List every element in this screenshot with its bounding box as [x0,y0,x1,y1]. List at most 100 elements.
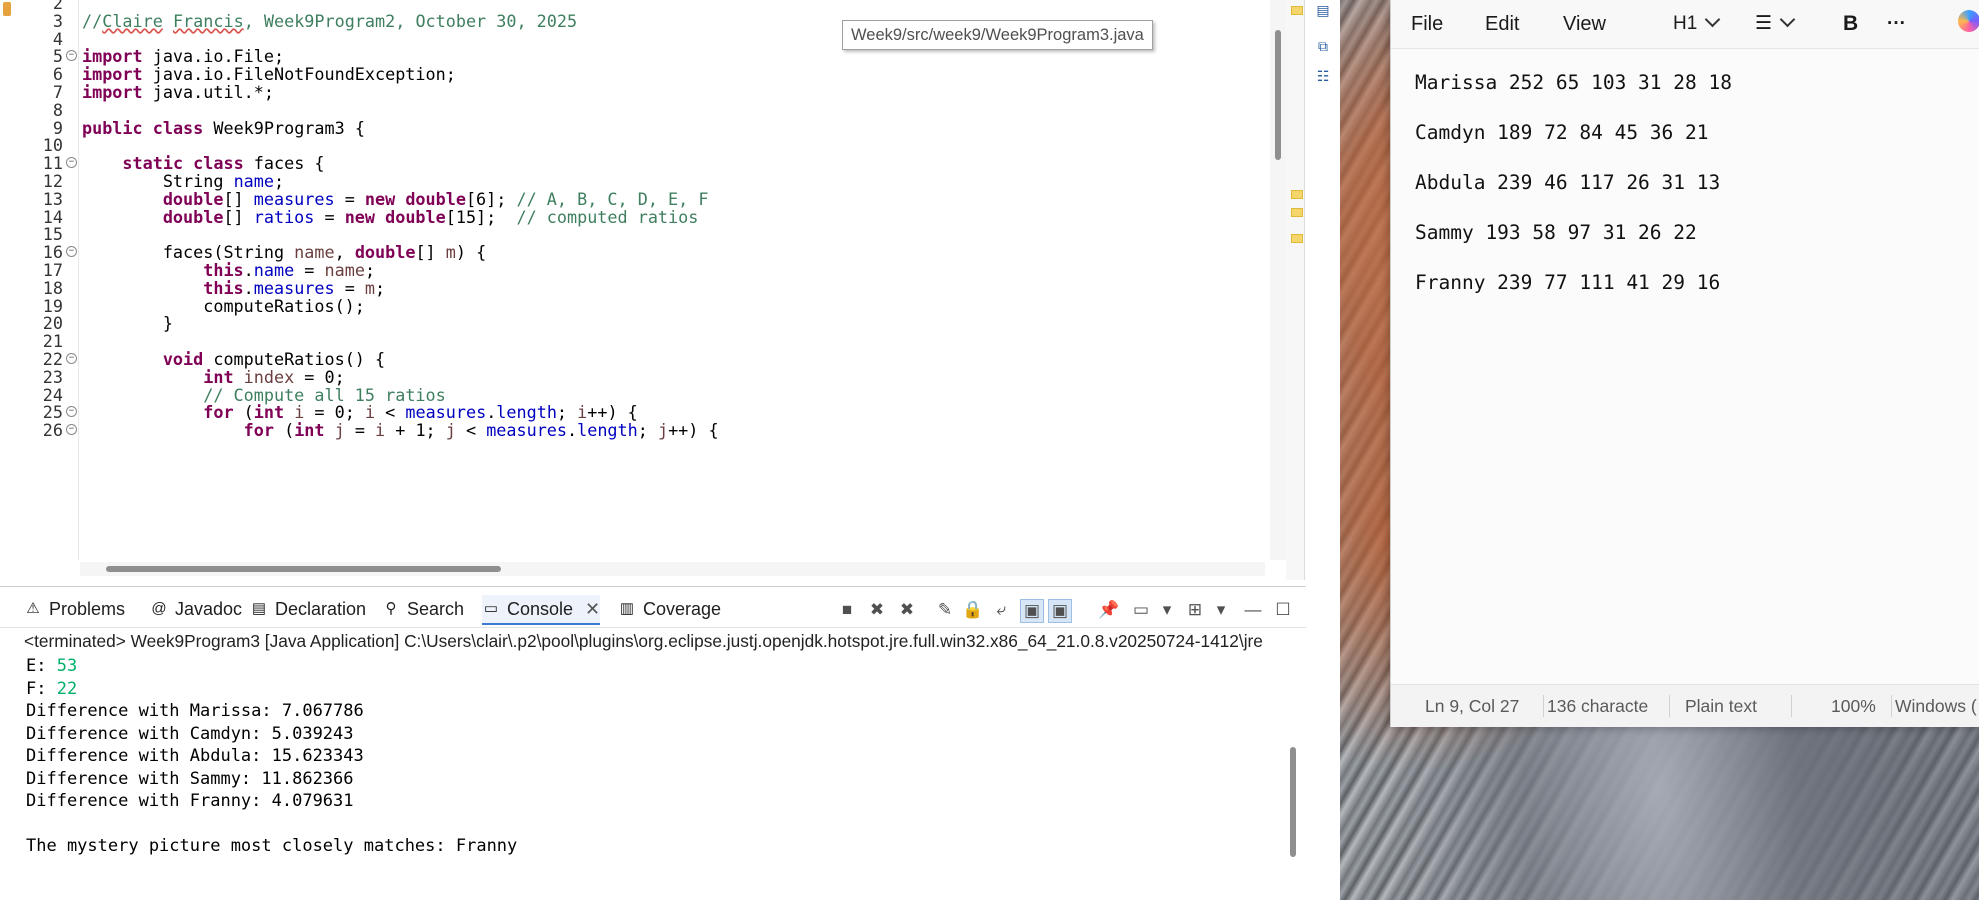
menu-edit[interactable]: Edit [1485,0,1519,48]
code-token: j [657,420,669,441]
copilot-icon[interactable] [1958,10,1979,32]
annotation-mark[interactable] [1291,6,1303,15]
console-line: Difference with Sammy: 11.862366 [26,768,1286,791]
status-divider [1891,695,1892,717]
menu-file[interactable]: File [1411,0,1443,48]
console-line: E: 53 [26,655,1286,678]
cursor-position: Ln 9, Col 27 [1425,696,1520,716]
clear-console-icon[interactable]: ✎ [934,599,956,621]
show-on-output-icon[interactable]: ▣ [1020,599,1044,623]
heading-label: H1 [1673,13,1698,34]
display-console-icon[interactable]: ▭ [1130,599,1152,621]
text-format[interactable]: Plain text [1685,685,1757,727]
tab-declaration[interactable]: ▤ Declaration [250,595,366,623]
notepad-line: Abdula 239 46 117 26 31 13 [1415,171,1721,194]
tab-label: Coverage [643,598,722,619]
console-line: The mystery picture most closely matches… [26,835,1286,858]
overview-ruler[interactable] [1286,0,1304,580]
fold-toggle-icon[interactable]: − [66,406,77,418]
code-token: j [445,420,456,441]
notepad-text-area[interactable]: Marissa 252 65 103 31 28 18 Camdyn 189 72… [1415,70,1975,320]
show-on-error-icon[interactable]: ▣ [1048,599,1072,623]
line-ending[interactable]: Windows ( [1895,685,1977,727]
remove-launch-icon[interactable]: ✖ [866,599,888,621]
code-editor[interactable]: 2 3//Claire Francis, Week9Program2, Octob… [0,0,1270,560]
tab-label: Search [407,598,465,619]
fold-toggle-icon[interactable]: − [66,246,77,258]
annotation-mark[interactable] [1291,208,1303,217]
tab-coverage[interactable]: ▥ Coverage [618,595,721,623]
console-line: Difference with Camdyn: 5.039243 [26,723,1286,746]
close-icon[interactable]: ✕ [585,599,600,620]
task-list-icon[interactable]: ☷ [1313,68,1333,86]
console-vertical-scrollbar[interactable] [1288,747,1298,877]
list-icon: ☰ [1755,13,1773,34]
zoom-level[interactable]: 100% [1831,685,1876,727]
fold-toggle-icon[interactable]: − [66,50,77,62]
console-icon: ▭ [483,600,499,617]
chevron-down-icon [1779,11,1796,28]
restore-view-icon[interactable]: ⧉ [1313,38,1333,56]
console-line: Difference with Abdula: 15.623343 [26,745,1286,768]
annotation-mark[interactable] [1291,190,1303,199]
character-count: 136 characte [1547,696,1649,716]
fold-toggle-icon[interactable]: − [66,353,77,364]
notepad-line: Camdyn 189 72 84 45 36 21 [1415,121,1709,144]
notepad-line: Marissa 252 65 103 31 28 18 [1415,71,1732,94]
search-icon: ⚲ [385,600,397,617]
code-token: < [455,420,487,441]
line-number: 26 [42,420,63,441]
maximize-icon[interactable]: ☐ [1272,599,1294,621]
status-divider [1543,695,1544,717]
code-token: + 1; [385,420,446,441]
coverage-icon: ▥ [619,600,635,617]
scroll-thumb[interactable] [1275,30,1281,160]
tab-console[interactable]: ▭ Console ✕ [482,595,601,625]
pin-console-icon[interactable]: 📌 [1098,599,1120,621]
remove-all-launches-icon[interactable]: ✖ [896,599,918,621]
menu-view[interactable]: View [1563,0,1606,48]
fold-toggle-icon[interactable]: − [66,157,77,169]
notepad-toolbar: File Edit View H1 ☰ B ··· [1391,0,1979,49]
console-text: Difference with Camdyn: 5.039243 [26,723,354,744]
status-divider [1669,695,1670,717]
annotation-mark[interactable] [1291,234,1303,243]
console-output[interactable]: E: 53 F: 22 Difference with Marissa: 7.067… [26,655,1286,895]
terminate-icon[interactable]: ■ [836,599,858,621]
tab-label: Declaration [275,598,367,619]
code-token: i [375,420,386,441]
chevron-down-icon [1705,11,1721,28]
chevron-down-icon[interactable]: ▾ [1210,599,1232,621]
editor-vertical-scrollbar[interactable] [1270,0,1286,560]
more-options-button[interactable]: ··· [1887,0,1906,48]
notepad-window: File Edit View H1 ☰ B ··· Marissa 252 65… [1390,0,1979,727]
bold-button[interactable]: B [1843,0,1858,48]
scroll-lock-icon[interactable]: 🔒 [962,599,984,621]
scroll-thumb[interactable] [106,566,501,572]
editor-horizontal-scrollbar[interactable] [80,562,1265,576]
list-dropdown[interactable]: ☰ [1755,0,1796,48]
fold-toggle-icon[interactable]: − [66,424,77,436]
code-token: for [243,420,274,441]
tab-javadoc[interactable]: @ Javadoc [150,595,242,623]
scroll-thumb[interactable] [1290,747,1296,857]
console-panel: ⚠ Problems @ Javadoc ▤ Declaration ⚲ Search ▭ Con… [0,586,1306,901]
problems-icon: ⚠ [26,600,40,617]
console-text: Difference with Marissa: 7.067786 [26,701,364,721]
word-wrap-icon[interactable]: ⤶ [990,599,1012,621]
minimize-icon[interactable]: — [1242,599,1264,621]
code-token: int [294,420,325,441]
tab-search[interactable]: ⚲ Search [382,595,465,623]
console-text: F: [26,678,57,699]
code-token: . [567,420,578,441]
heading-dropdown[interactable]: H1 [1673,0,1721,48]
console-line: Difference with Marissa: 7.067786 [26,700,1286,723]
code-token: length [577,420,638,441]
chevron-down-icon[interactable]: ▾ [1156,599,1178,621]
tab-problems[interactable]: ⚠ Problems [24,595,125,623]
tab-label: Console [507,598,574,619]
open-console-icon[interactable]: ⊞ [1184,599,1206,621]
outline-view-icon[interactable]: ▤ [1313,2,1333,20]
